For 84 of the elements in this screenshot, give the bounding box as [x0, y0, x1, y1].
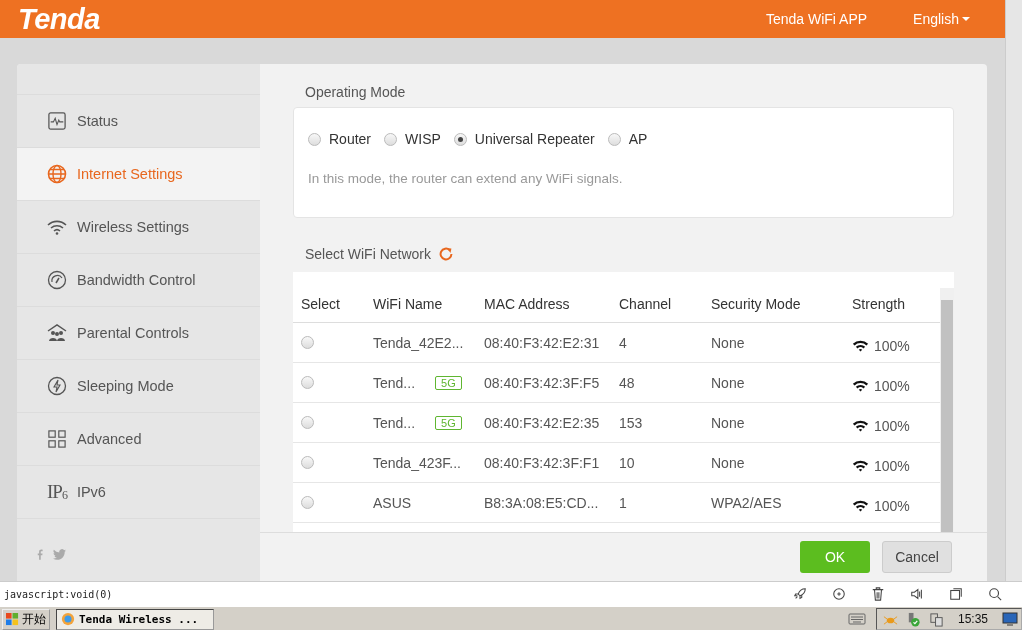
table-cell-text: None	[710, 374, 746, 391]
mode-description: In this mode, the router can extend any WiFi signals.	[308, 171, 624, 186]
table-cell: 100%	[874, 417, 910, 434]
start-button[interactable]: 开始	[2, 608, 50, 630]
radio-label: AP	[628, 131, 648, 147]
radio-label: WISP	[405, 131, 441, 147]
table-cell-text: 48	[618, 374, 636, 391]
cancel-button[interactable]: Cancel	[882, 541, 952, 573]
people-icon	[47, 324, 67, 342]
column-header: Select	[300, 296, 341, 312]
desktop-icon[interactable]	[1002, 612, 1018, 626]
table-cell: Tenda_423F...	[373, 454, 461, 471]
radio-button[interactable]	[301, 456, 314, 469]
radio-button[interactable]	[301, 336, 314, 349]
twitter-icon[interactable]	[53, 549, 66, 560]
radio-button[interactable]	[301, 416, 314, 429]
page-scrollbar[interactable]	[1005, 0, 1022, 581]
table-cell: ASUS	[373, 494, 412, 511]
network-icon[interactable]	[928, 611, 944, 627]
radio-button[interactable]	[384, 132, 398, 146]
column-header: Channel	[618, 296, 673, 312]
section-title: Operating Mode	[304, 84, 407, 102]
column-header: MAC Address	[483, 296, 571, 312]
radio-label: Router	[329, 131, 372, 147]
table-cell-text: 08:40:F3:42:E2:35	[483, 414, 601, 431]
column-header: WiFi Name	[372, 296, 444, 312]
taskbar-window-button[interactable]: Tenda Wireless ...	[56, 608, 214, 630]
table-cell: 100%	[874, 457, 910, 474]
radio-button[interactable]	[301, 496, 314, 509]
table-cell-text: 08:40:F3:42:3F:F5	[483, 374, 601, 391]
table-cell-text: B8:3A:08:E5:CD...	[483, 494, 600, 511]
table-cell-text: None	[710, 334, 746, 351]
globe-icon	[47, 164, 67, 184]
wifi-icon	[47, 219, 67, 235]
column-header: Security Mode	[710, 296, 802, 312]
mode-radio[interactable]: WISP	[384, 131, 441, 147]
table-cell: Tend...	[373, 414, 416, 431]
table-cell: 100%	[874, 377, 910, 394]
trash-icon[interactable]	[871, 587, 885, 601]
table-cell-text: 08:40:F3:42:3F:F1	[483, 454, 601, 471]
rocket-icon[interactable]	[793, 587, 807, 601]
table-cell-text: 1	[618, 494, 628, 511]
table-cell: 100%	[874, 337, 910, 354]
table-cell-text: WPA2/AES	[710, 494, 783, 511]
mode-radio[interactable]: Router	[308, 131, 372, 147]
radio-button[interactable]	[453, 132, 467, 146]
table-cell-text: 10	[618, 454, 636, 471]
wifi-icon	[852, 339, 869, 352]
table-cell: Tenda_42E2...	[373, 334, 464, 351]
scrollbar[interactable]	[940, 288, 954, 532]
wifi-icon	[852, 499, 869, 512]
band-badge: 5G	[435, 415, 462, 430]
caret-icon	[962, 17, 970, 21]
pulse-icon	[47, 112, 67, 130]
section-title: Select WiFi Network	[305, 246, 432, 262]
mode-radio[interactable]: AP	[607, 131, 648, 147]
wifi-icon	[852, 419, 869, 432]
clock-time: 15:35	[957, 612, 988, 626]
speaker-icon[interactable]	[910, 587, 924, 601]
status-text: javascript:void(0)	[4, 588, 113, 600]
table-cell: 100%	[874, 497, 910, 514]
ipv6-icon: IP6	[47, 481, 67, 503]
grid-icon	[47, 430, 67, 448]
radio-button[interactable]	[607, 132, 621, 146]
gauge-icon	[47, 270, 67, 290]
wifi-icon	[852, 459, 869, 472]
table-cell-text: 153	[618, 414, 644, 431]
table-cell: Tend...	[373, 374, 416, 391]
facebook-icon[interactable]	[37, 549, 43, 560]
radio-button[interactable]	[301, 376, 314, 389]
column-header: Strength	[851, 296, 906, 312]
table-cell-text: None	[710, 454, 746, 471]
window-icon[interactable]	[949, 587, 963, 601]
keyboard-icon[interactable]	[847, 613, 866, 625]
table-cell-text: 4	[618, 334, 628, 351]
radio-button[interactable]	[308, 132, 321, 146]
search-icon[interactable]	[988, 587, 1002, 601]
table-cell-text: None	[710, 414, 746, 431]
table-cell-text: 08:40:F3:42:E2:31	[483, 334, 601, 351]
browser-icon	[61, 612, 75, 626]
wifi-icon	[852, 379, 869, 392]
windows-icon	[6, 612, 19, 626]
band-badge: 5G	[435, 375, 462, 390]
bolt-icon	[47, 376, 67, 396]
